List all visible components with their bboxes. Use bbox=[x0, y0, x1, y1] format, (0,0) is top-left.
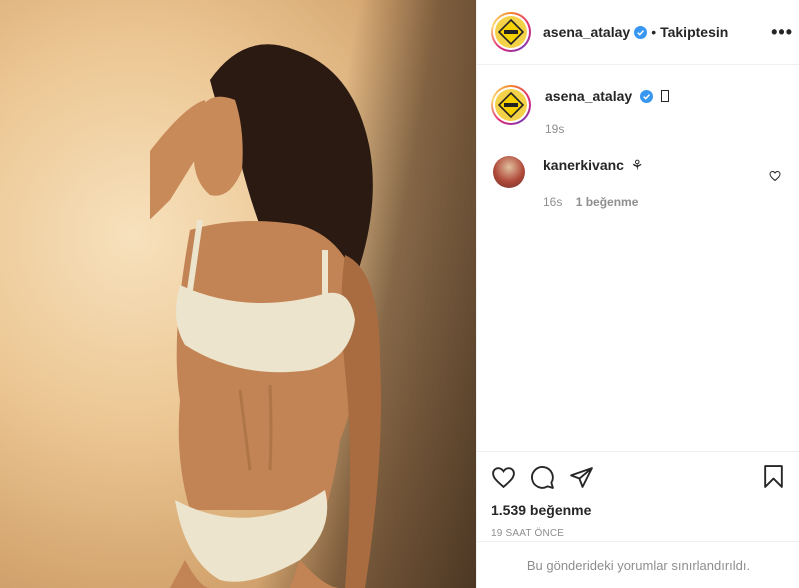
comment-time[interactable]: 16s bbox=[543, 195, 562, 209]
comment-like-heart-icon[interactable] bbox=[769, 170, 781, 182]
save-bookmark-icon[interactable] bbox=[761, 464, 786, 489]
post-actions: 1.539 beğenme 19 SAAT ÖNCE bbox=[477, 451, 799, 539]
caption-username[interactable]: asena_atalay bbox=[545, 88, 632, 104]
comment-bubble-icon[interactable] bbox=[530, 465, 555, 490]
caption-time[interactable]: 19s bbox=[545, 122, 669, 136]
caption-avatar[interactable] bbox=[491, 85, 531, 125]
post-side-panel: asena_atalay • Takiptesin ••• asena_atal… bbox=[476, 0, 799, 588]
comment-text: ⚘ bbox=[630, 157, 644, 173]
post-image[interactable] bbox=[0, 0, 476, 588]
post-date[interactable]: 19 SAAT ÖNCE bbox=[491, 528, 786, 539]
post-likes-count[interactable]: 1.539 beğenme bbox=[491, 502, 786, 518]
under-construction-sign-icon bbox=[498, 92, 524, 118]
comment-item: kanerkivanc ⚘ 16s 1 beğenme bbox=[477, 136, 799, 209]
comments-restricted-notice: Bu gönderideki yorumlar sınırlandırıldı. bbox=[477, 541, 799, 588]
like-heart-icon[interactable] bbox=[491, 465, 516, 490]
follow-status-button[interactable]: Takiptesin bbox=[660, 24, 728, 40]
more-options-icon[interactable]: ••• bbox=[771, 22, 793, 43]
verified-badge-icon bbox=[640, 90, 654, 103]
commenter-username[interactable]: kanerkivanc bbox=[543, 157, 624, 173]
verified-badge-icon bbox=[634, 25, 648, 39]
comment-likes[interactable]: 1 beğenme bbox=[576, 195, 639, 209]
caption: asena_atalay 19s bbox=[477, 65, 799, 136]
share-paper-plane-icon[interactable] bbox=[569, 465, 594, 490]
commenter-avatar[interactable] bbox=[493, 156, 525, 188]
woman-figure bbox=[150, 44, 381, 588]
author-avatar[interactable] bbox=[491, 12, 531, 52]
author-username[interactable]: asena_atalay bbox=[543, 24, 630, 40]
under-construction-sign-icon bbox=[498, 19, 524, 45]
post-header: asena_atalay • Takiptesin ••• bbox=[477, 0, 799, 65]
separator-dot: • bbox=[651, 24, 657, 40]
caption-emoji-placeholder bbox=[660, 90, 669, 102]
